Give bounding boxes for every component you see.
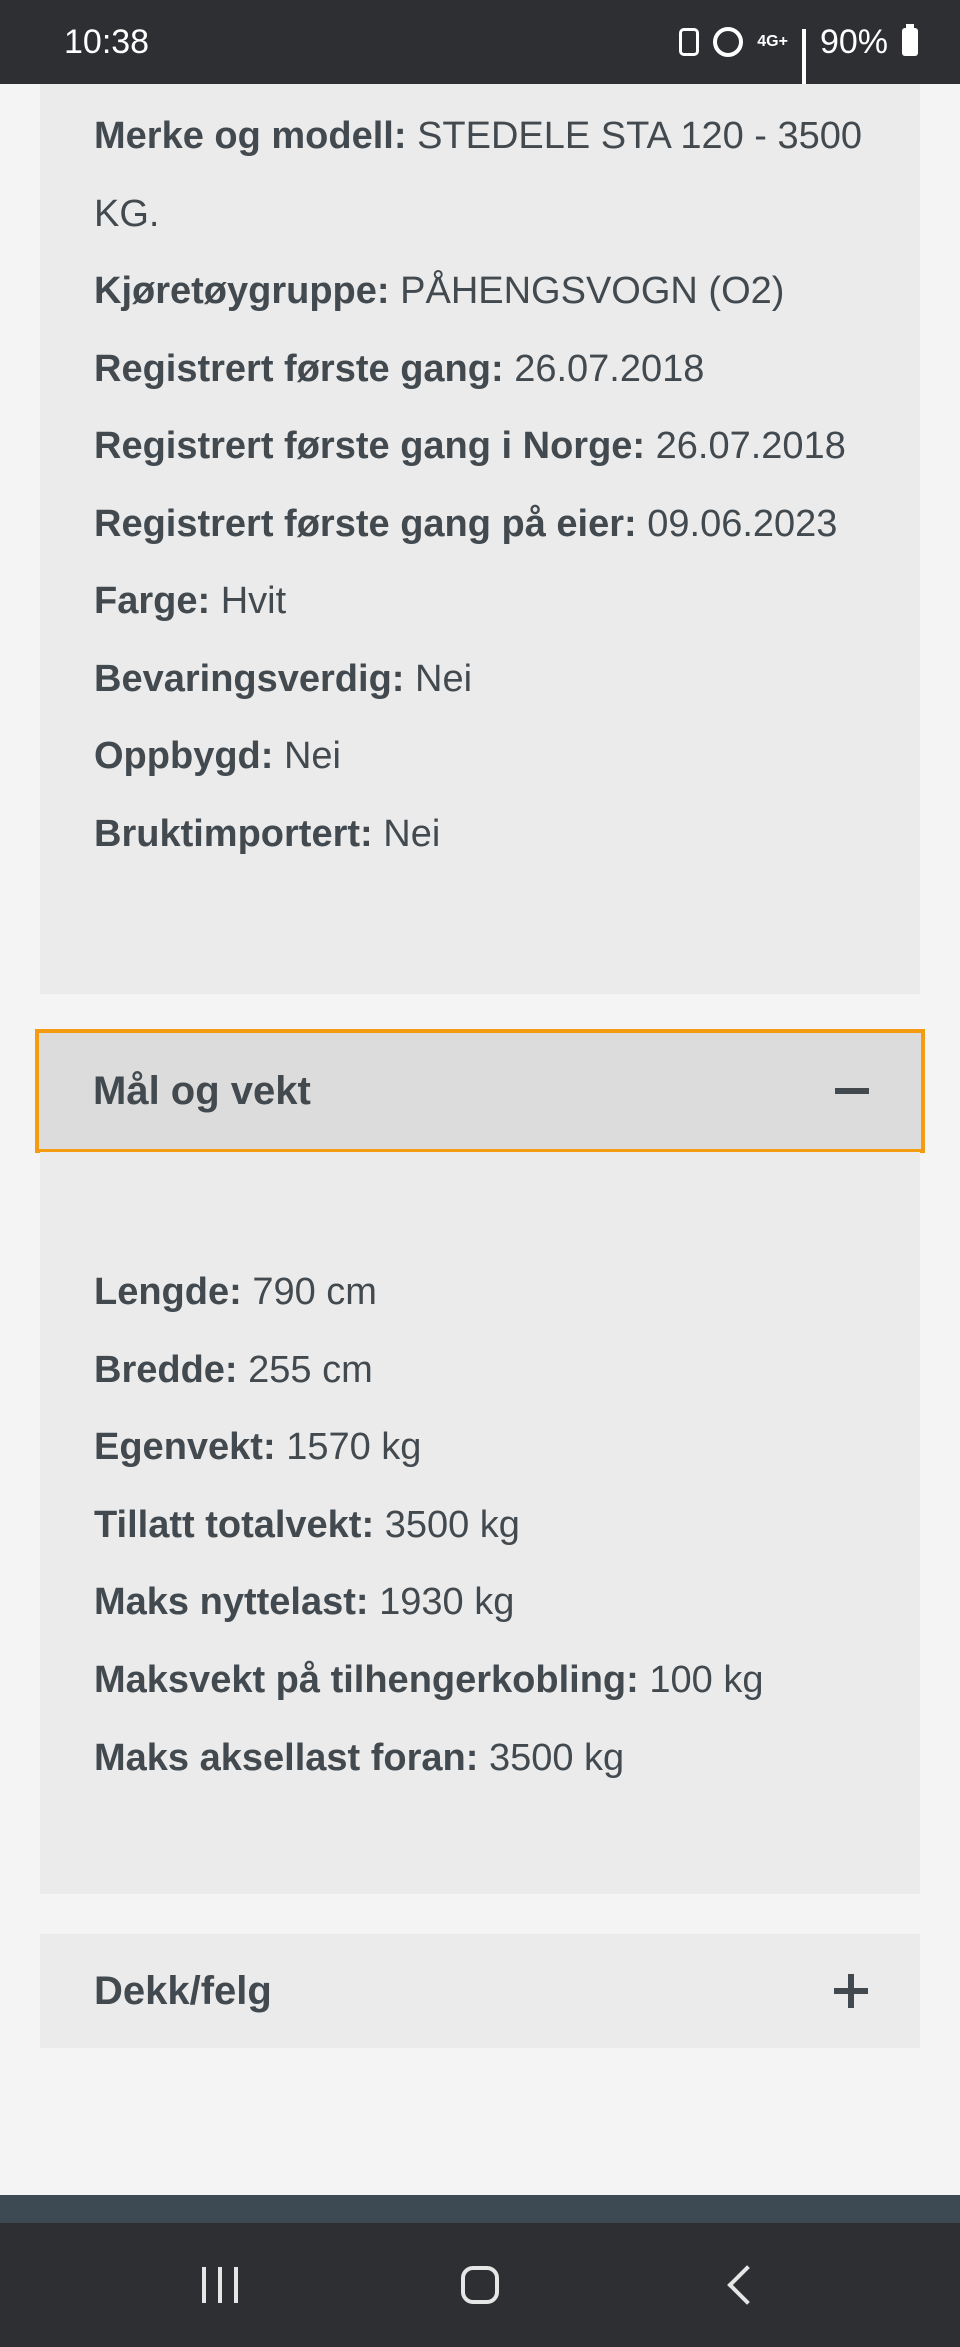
info-label: Merke og modell: (94, 115, 407, 157)
back-icon (727, 2265, 767, 2305)
accordion-title: Dekk/felg (94, 1968, 272, 2013)
back-button[interactable] (700, 2245, 780, 2325)
info-label: Registrert første gang på eier: (94, 503, 637, 545)
dim-row-front-axle: Maks aksellast foran: 3500 kg (94, 1734, 624, 1782)
info-row-vehicle-group: Kjøretøygruppe: PÅHENGSVOGN (O2) (94, 267, 784, 315)
nfc-icon (679, 28, 700, 56)
info-label: Registrert første gang i Norge: (94, 425, 646, 467)
info-row-color: Farge: Hvit (94, 577, 286, 625)
info-value: 26.07.2018 (655, 425, 846, 467)
accordion-header-dimensions[interactable]: Mål og vekt (35, 1029, 925, 1153)
battery-icon (902, 24, 918, 56)
status-bar: 10:38 4G+ 90% (0, 0, 960, 97)
home-icon (461, 2266, 499, 2304)
info-label: Oppbygd: (94, 735, 274, 777)
info-value: Hvit (220, 580, 287, 622)
accordion-header-tires[interactable]: Dekk/felg (40, 1934, 920, 2048)
dim-row-gross-weight: Tillatt totalvekt: 3500 kg (94, 1501, 520, 1549)
info-value: 26.07.2018 (514, 348, 705, 390)
alarm-icon (713, 27, 744, 57)
home-button[interactable] (440, 2245, 520, 2325)
dim-row-curb-weight: Egenvekt: 1570 kg (94, 1423, 421, 1471)
info-row-first-registered-owner: Registrert første gang på eier: 09.06.20… (94, 500, 837, 548)
recents-icon (202, 2267, 238, 2303)
info-value: Nei (415, 658, 473, 700)
dim-value: 3500 kg (384, 1504, 520, 1546)
dim-label: Maksvekt på tilhengerkobling: (94, 1659, 639, 1701)
info-value: KG. (94, 193, 160, 235)
info-value: Nei (383, 813, 441, 855)
dimensions-panel: Lengde: 790 cm Bredde: 255 cm Egenvekt: … (40, 1152, 920, 1894)
minus-icon (835, 1088, 869, 1094)
info-label: Farge: (94, 580, 211, 622)
dim-value: 790 cm (252, 1271, 377, 1313)
status-time: 10:38 (64, 22, 150, 61)
info-value: STEDELE STA 120 - 3500 (417, 115, 863, 157)
signal-icon (801, 29, 806, 97)
info-value: 09.06.2023 (647, 503, 838, 545)
recents-button[interactable] (180, 2245, 260, 2325)
info-row-used-import: Bruktimportert: Nei (94, 810, 440, 858)
dim-label: Tillatt totalvekt: (94, 1504, 375, 1546)
info-row-make-model: Merke og modell: STEDELE STA 120 - 3500 (94, 112, 862, 160)
plus-icon (834, 1974, 868, 2008)
info-label: Bevaringsverdig: (94, 658, 405, 700)
dim-value: 1570 kg (286, 1426, 422, 1468)
info-label: Kjøretøygruppe: (94, 270, 390, 312)
accordion-title: Mål og vekt (93, 1068, 311, 1113)
system-nav-bar (0, 2223, 960, 2347)
info-row-first-registered: Registrert første gang: 26.07.2018 (94, 345, 704, 393)
dim-row-width: Bredde: 255 cm (94, 1346, 373, 1394)
dim-row-payload: Maks nyttelast: 1930 kg (94, 1578, 514, 1626)
dim-value: 3500 kg (488, 1737, 625, 1779)
dim-label: Bredde: (94, 1349, 238, 1391)
dim-label: Egenvekt: (94, 1426, 276, 1468)
vehicle-info-panel: Merke og modell: STEDELE STA 120 - 3500 … (40, 84, 920, 994)
dim-label: Maks aksellast foran: (94, 1737, 479, 1779)
network-type-icon: 4G+ (757, 33, 788, 50)
info-row-make-model-cont: KG. (94, 190, 159, 238)
dim-label: Maks nyttelast: (94, 1581, 369, 1623)
info-label: Registrert første gang: (94, 348, 504, 390)
status-icons: 4G+ 90% (679, 22, 918, 97)
info-row-rebuilt: Oppbygd: Nei (94, 732, 341, 780)
info-value: Nei (283, 735, 341, 777)
dim-row-coupling-weight: Maksvekt på tilhengerkobling: 100 kg (94, 1656, 763, 1704)
battery-percent: 90% (819, 22, 888, 61)
page-footer (0, 2195, 960, 2223)
dim-value: 255 cm (248, 1349, 373, 1391)
info-row-first-registered-norway: Registrert første gang i Norge: 26.07.20… (94, 422, 846, 470)
dim-value: 1930 kg (379, 1581, 515, 1623)
info-row-preservation: Bevaringsverdig: Nei (94, 655, 472, 703)
info-label: Bruktimportert: (94, 813, 373, 855)
dim-value: 100 kg (649, 1659, 764, 1701)
info-value: PÅHENGSVOGN (O2) (400, 270, 785, 312)
dim-row-length: Lengde: 790 cm (94, 1268, 377, 1316)
dim-label: Lengde: (94, 1271, 242, 1313)
